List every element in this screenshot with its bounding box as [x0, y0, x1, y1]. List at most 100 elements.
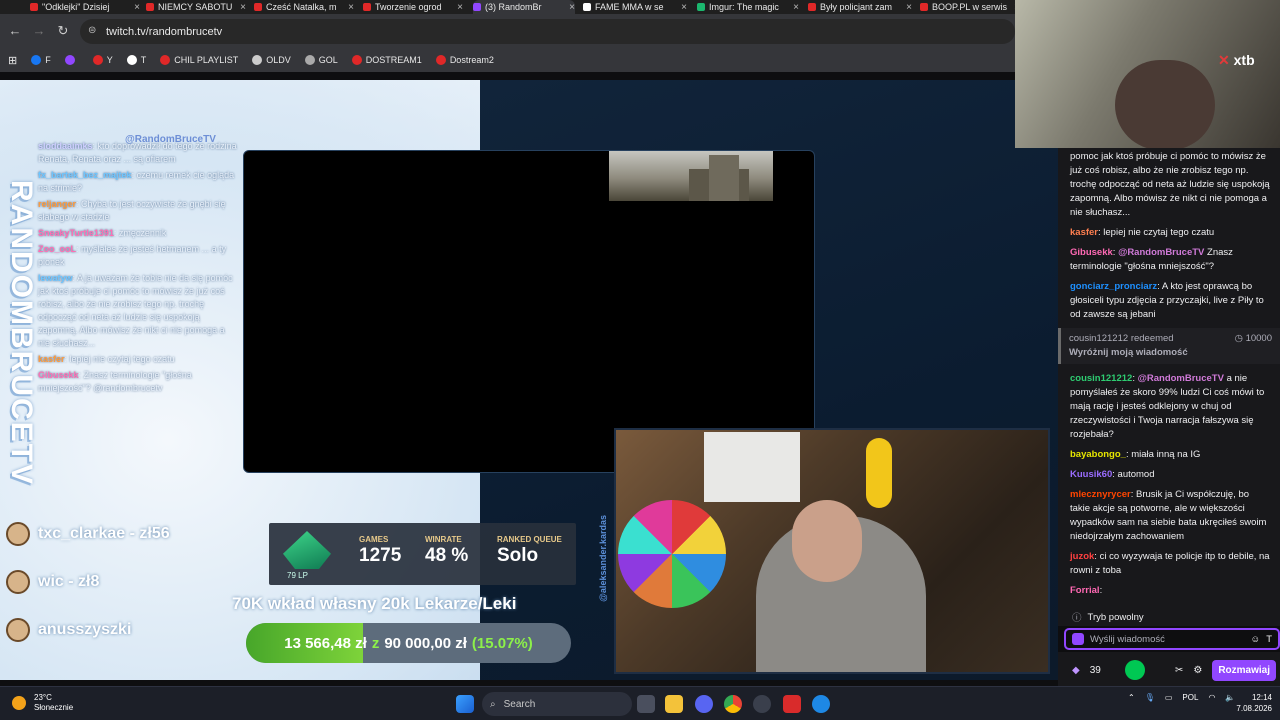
task-view-icon[interactable]	[637, 695, 655, 713]
redeem-user[interactable]: cousin121212	[1069, 333, 1128, 344]
stream-video[interactable]: RANDOMBRUCETV @RandomBruceTV sloddaaimks…	[0, 80, 1058, 680]
bookmark-label: T	[140, 55, 147, 65]
bookmark-item[interactable]: F	[31, 55, 51, 65]
overlay-chat-line: reljanger: Chyba to jest oczywiste że gn…	[38, 199, 226, 222]
settings-gear-icon[interactable]: ⚙	[1193, 665, 1202, 676]
bookmark-icon	[252, 55, 263, 65]
browser-tab[interactable]: Były policjant zam ×	[808, 0, 912, 14]
rank-lp: 79 LP	[287, 571, 308, 580]
tab-label: Imgur: The magic	[709, 2, 779, 12]
tab-close-icon[interactable]: ×	[240, 2, 246, 13]
address-bar[interactable]: ⊜ twitch.tv/randombrucetv	[80, 19, 1015, 44]
tab-close-icon[interactable]: ×	[906, 2, 912, 13]
chat-username[interactable]: cousin121212	[1070, 373, 1132, 384]
tab-close-icon[interactable]: ×	[348, 2, 354, 13]
tab-close-icon[interactable]: ×	[793, 2, 799, 13]
language-indicator[interactable]: POL	[1182, 693, 1198, 702]
chrome-icon[interactable]	[724, 695, 742, 713]
browser-tab[interactable]: BOOP.PL w serwis×	[920, 0, 1020, 14]
start-windows-icon[interactable]	[456, 695, 474, 713]
info-icon: ⓘ	[1072, 613, 1082, 624]
chat-mention[interactable]: @RandomBruceTV	[1118, 247, 1204, 258]
bookmark-item[interactable]: Dostream2	[435, 55, 494, 65]
url-text: twitch.tv/randombrucetv	[106, 25, 223, 38]
overlay-chat-line: Gibusekk: Znasz terminologie "głośna mni…	[38, 370, 192, 393]
weather-widget[interactable]: 23°C Słonecznie	[12, 693, 73, 713]
chat-username[interactable]: Kuusik60	[1070, 469, 1112, 480]
yellow-plush	[866, 438, 892, 508]
steam-icon[interactable]	[753, 695, 771, 713]
browser-tab[interactable]: Imgur: The magic ×	[697, 0, 799, 14]
moderation-icon[interactable]: ✂	[1175, 665, 1183, 676]
app-red-icon[interactable]	[783, 695, 801, 713]
bookmark-icon	[304, 55, 315, 65]
bookmark-item[interactable]: CHIL PLAYLIST	[160, 55, 238, 65]
overlay-chat-line: kasfer: lepiej nie czytaj tego czatu	[38, 354, 175, 364]
tab-close-icon[interactable]: ×	[681, 2, 687, 13]
sponsor-cam	[1015, 0, 1280, 148]
clock[interactable]: 12:14 7.08.2026	[1230, 692, 1272, 714]
chat-username[interactable]: gonciarz_pronciarz	[1070, 281, 1157, 292]
windows-taskbar: 23°C Słonecznie ⌕ Search ⌃ 🎙 ▭ POL ◠ 🔈 1…	[0, 686, 1280, 720]
emote-picker-icon[interactable]: ☺	[1250, 634, 1260, 645]
tab-close-icon[interactable]: ×	[134, 2, 140, 13]
redeem-cost: 10000	[1245, 333, 1272, 344]
channel-point-redeem: cousin121212 redeemed ◷ 10000 Wyróżnij moj…	[1058, 328, 1280, 364]
bookmark-item[interactable]: DOSTREAM1	[351, 55, 422, 65]
bookmark-item[interactable]: OLDV	[252, 55, 291, 65]
chat-username[interactable]: kasfer	[1070, 227, 1098, 238]
chat-username[interactable]: mlecznyrycer	[1070, 489, 1131, 500]
chat-username[interactable]: bayabongo_	[1070, 449, 1126, 460]
back-arrow-icon[interactable]: ←	[6, 23, 24, 38]
file-explorer-icon[interactable]	[665, 695, 683, 713]
donor-avatar-icon	[6, 522, 30, 546]
site-info-icon[interactable]: ⊜	[88, 25, 96, 36]
text-format-icon[interactable]: T	[1266, 634, 1272, 645]
chat-mention[interactable]: @RandomBruceTV	[1138, 373, 1224, 384]
tab-favicon-icon	[363, 3, 371, 11]
instagram-handle: @aleksander.kardas	[598, 515, 608, 602]
chevron-up-icon[interactable]: ⌃	[1128, 693, 1135, 702]
bookmark-item[interactable]: Y	[92, 55, 113, 65]
bookmark-item[interactable]	[64, 55, 79, 65]
goal-current: 13 566,48 zł	[284, 634, 367, 652]
taskbar-search[interactable]: ⌕ Search	[482, 692, 632, 716]
tab-favicon-icon	[146, 3, 154, 11]
tab-close-icon[interactable]: ×	[569, 2, 575, 13]
battery-icon[interactable]: ▭	[1165, 693, 1173, 702]
reload-icon[interactable]: ↻	[54, 23, 72, 39]
apps-grid-icon[interactable]: ⊞	[8, 54, 17, 67]
streamer-head	[792, 500, 862, 582]
tab-close-icon[interactable]: ×	[457, 2, 463, 13]
discord-icon[interactable]	[695, 695, 713, 713]
browser-tab[interactable]: FAME MMA w se ×	[583, 0, 687, 14]
chat-username[interactable]: juzok	[1070, 551, 1094, 562]
wifi-icon[interactable]: ◠	[1208, 693, 1215, 702]
sun-icon	[12, 696, 26, 710]
goal-title: 70K wkład własny 20k Lekarze/Leki	[232, 594, 517, 613]
goal-progress-bar: 13 566,48 zł z 90 000,00 zł (15.07%)	[246, 623, 571, 663]
browser-tab[interactable]: "Odklejki" Dzisiej ×	[30, 0, 140, 14]
chat-username[interactable]: Gibusekk	[1070, 247, 1113, 258]
chat-message: mlecznyrycer: Brusik ja Ci współczuję, b…	[1070, 489, 1267, 542]
browser-tab[interactable]: Tworzenie ogrod ×	[363, 0, 463, 14]
chat-input[interactable]: Wyślij wiadomość ☺ T	[1064, 628, 1280, 650]
browser-tab[interactable]: Cześć Natalka, m ×	[254, 0, 354, 14]
bookmark-item[interactable]: T	[126, 55, 147, 65]
reward-chest-icon[interactable]	[1124, 660, 1145, 680]
channel-points-icon[interactable]: ◆	[1072, 665, 1080, 676]
microphone-icon[interactable]: 🎙	[1145, 693, 1155, 702]
forward-arrow-icon[interactable]: →	[30, 23, 48, 38]
browser-tab[interactable]: NIEMCY SABOTU ×	[146, 0, 246, 14]
app-blue-icon[interactable]	[812, 695, 830, 713]
slow-mode-label: Tryb powolny	[1087, 611, 1144, 623]
bookmark-item[interactable]: GOL	[304, 55, 338, 65]
tab-favicon-icon	[808, 3, 816, 11]
chat-username[interactable]: Forrial	[1070, 585, 1100, 596]
chat-send-button[interactable]: Rozmawiaj	[1212, 659, 1276, 681]
chat-actions: ◆ 39 ✂ ⚙ Rozmawiaj	[1058, 652, 1280, 688]
browser-tab[interactable]: (3) RandomBr ×	[473, 0, 575, 14]
queue-value: Solo	[497, 545, 539, 566]
tab-label: BOOP.PL w serwis	[932, 2, 1008, 12]
badge-icon[interactable]	[1072, 633, 1084, 645]
